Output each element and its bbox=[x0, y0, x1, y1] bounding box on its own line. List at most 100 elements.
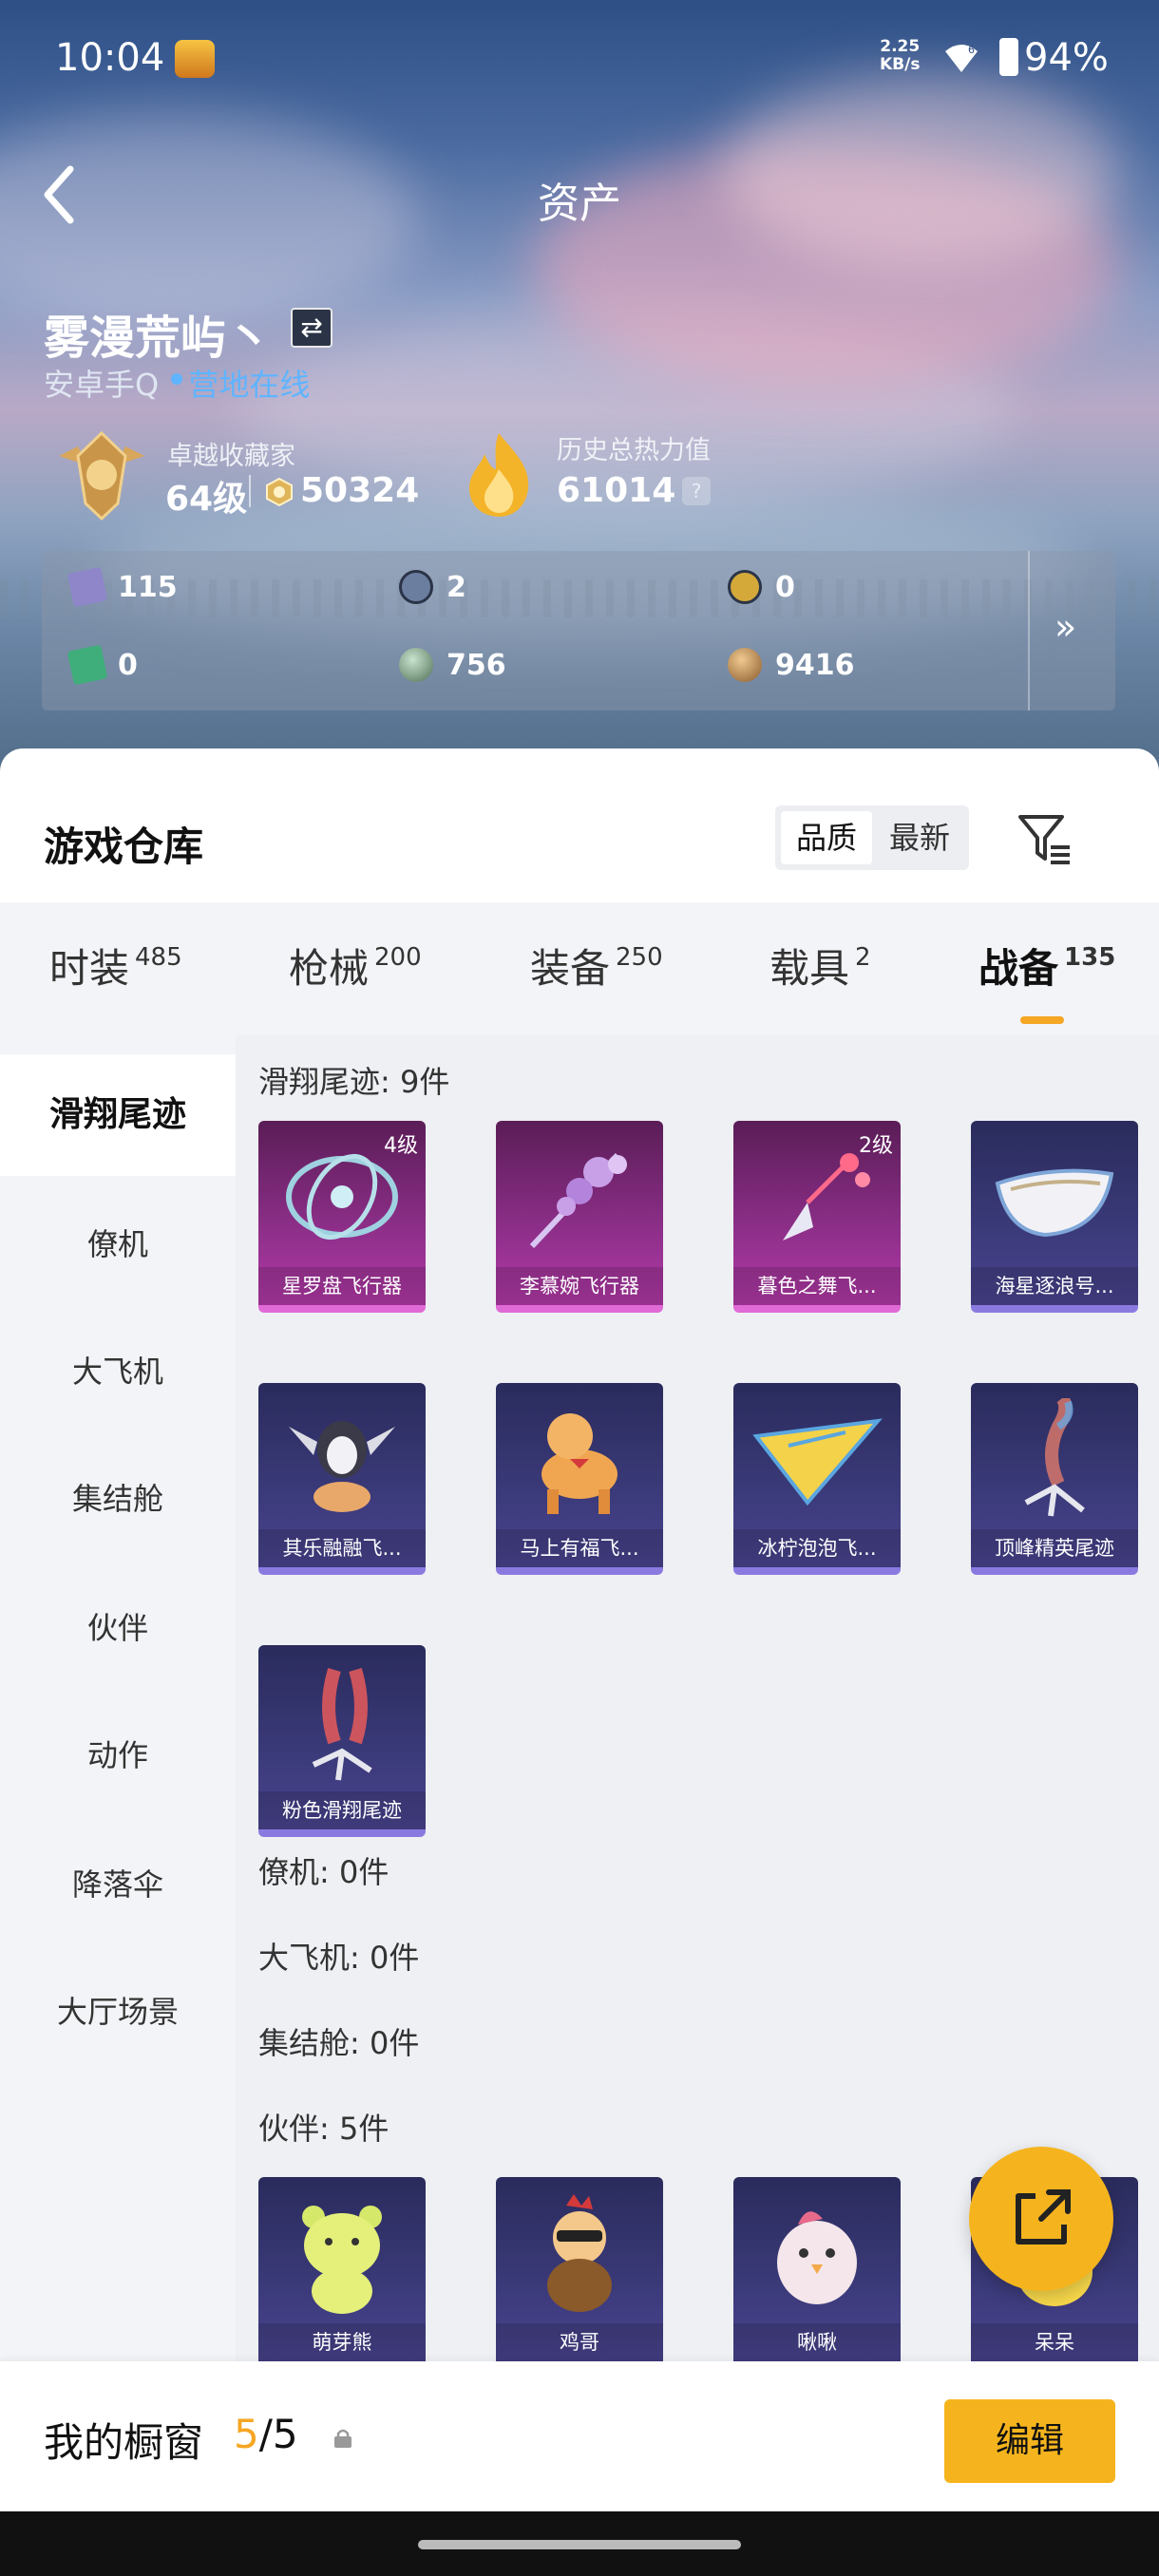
category-tabs: 时装 485 枪械 200 装备 250 载具 2 战备 135 bbox=[0, 902, 1159, 1035]
wifi-icon: 6 bbox=[945, 44, 978, 72]
sidebar-item-big-plane[interactable]: 大飞机 bbox=[0, 1311, 236, 1432]
item-card[interactable]: 马上有福飞... bbox=[496, 1383, 663, 1575]
sidebar-item-glide-trail[interactable]: 滑翔尾迹 bbox=[0, 1054, 236, 1176]
filter-icon[interactable] bbox=[1016, 811, 1074, 868]
token-a-icon bbox=[728, 570, 762, 604]
currency-value: 115 bbox=[118, 570, 178, 604]
item-card[interactable]: 顶峰精英尾迹 bbox=[971, 1383, 1138, 1575]
tab-vehicles[interactable]: 载具 2 bbox=[770, 937, 871, 994]
showcase-total: /5 bbox=[258, 2411, 298, 2457]
tab-count: 485 bbox=[135, 943, 182, 972]
sidebar-item-lobby-scene[interactable]: 大厅场景 bbox=[0, 1951, 236, 2073]
battery-icon bbox=[999, 38, 1018, 76]
item-card[interactable]: 萌芽熊 bbox=[258, 2177, 426, 2369]
item-card[interactable]: 海星逐浪号... bbox=[971, 1121, 1138, 1313]
bird-icon bbox=[777, 2211, 857, 2304]
item-card[interactable]: 2级 暮色之舞飞... bbox=[733, 1121, 901, 1313]
status-bar: 10:04 2.25 KB/s 6 94% bbox=[0, 0, 1159, 114]
item-name: 李慕婉飞行器 bbox=[496, 1267, 663, 1305]
sidebar-item-rally-pod[interactable]: 集结舱 bbox=[0, 1438, 236, 1560]
showcase-bar: 我的橱窗 5/5 编辑 bbox=[0, 2361, 1159, 2511]
item-card[interactable]: 鸡哥 bbox=[496, 2177, 663, 2369]
currency-item: 756 bbox=[399, 648, 506, 682]
bear-icon bbox=[302, 2206, 382, 2314]
svg-text:6: 6 bbox=[968, 44, 975, 56]
player-nickname: 雾漫荒屿丶 bbox=[44, 312, 273, 365]
currency-value: 756 bbox=[446, 648, 506, 682]
currency-panel[interactable]: 115 2 0 0 756 9416 » bbox=[42, 551, 1115, 710]
more-currencies-icon[interactable]: » bbox=[1054, 606, 1076, 648]
item-card[interactable]: 其乐融融飞... bbox=[258, 1383, 426, 1575]
collection-score: 50324 bbox=[300, 471, 420, 510]
item-name: 马上有福飞... bbox=[496, 1529, 663, 1567]
item-card[interactable]: 粉色滑翔尾迹 bbox=[258, 1645, 426, 1837]
item-card[interactable]: 4级 星罗盘飞行器 bbox=[258, 1121, 426, 1313]
item-card[interactable]: 冰柠泡泡飞... bbox=[733, 1383, 901, 1575]
collection-score-icon bbox=[266, 477, 293, 507]
active-tab-indicator bbox=[1020, 1016, 1064, 1024]
switch-account-button[interactable]: ⇄ bbox=[291, 308, 332, 348]
item-name: 呆呆 bbox=[971, 2323, 1138, 2361]
sidebar-item-partner[interactable]: 伙伴 bbox=[0, 1567, 236, 1689]
heat-value: 61014 bbox=[557, 471, 676, 510]
item-name: 暮色之舞飞... bbox=[733, 1267, 901, 1305]
item-level: 2级 bbox=[859, 1134, 893, 1158]
item-name: 海星逐浪号... bbox=[971, 1267, 1138, 1305]
section-title-wingman: 僚机: 0件 bbox=[258, 1854, 390, 1890]
sidebar-item-parachute[interactable]: 降落伞 bbox=[0, 1824, 236, 1945]
profile-header: 10:04 2.25 KB/s 6 94% 资产 雾漫荒屿丶 ⇄ 安卓手Q 营地… bbox=[0, 0, 1159, 788]
rooster-icon bbox=[547, 2194, 612, 2312]
home-indicator[interactable] bbox=[418, 2540, 741, 2549]
edit-showcase-button[interactable]: 编辑 bbox=[944, 2399, 1115, 2483]
coin-icon bbox=[728, 648, 762, 682]
section-title-partner: 伙伴: 5件 bbox=[258, 2111, 390, 2147]
sort-quality-button[interactable]: 品质 bbox=[781, 811, 872, 864]
game-app-icon bbox=[175, 40, 215, 78]
share-button[interactable] bbox=[969, 2147, 1113, 2291]
tab-label: 装备 bbox=[530, 945, 611, 992]
help-icon[interactable]: ? bbox=[682, 477, 711, 505]
sidebar-item-emote[interactable]: 动作 bbox=[0, 1695, 236, 1816]
paper-plane-icon bbox=[752, 1418, 883, 1506]
orb-icon bbox=[399, 648, 433, 682]
currency-value: 0 bbox=[118, 648, 138, 682]
tab-count: 135 bbox=[1064, 943, 1116, 972]
item-card[interactable]: 啾啾 bbox=[733, 2177, 901, 2369]
status-time: 10:04 bbox=[55, 36, 165, 80]
item-name: 顶峰精英尾迹 bbox=[971, 1529, 1138, 1567]
divider bbox=[1028, 551, 1030, 710]
item-card[interactable]: 李慕婉飞行器 bbox=[496, 1121, 663, 1313]
horse-icon bbox=[542, 1413, 618, 1514]
sidebar-item-wingman[interactable]: 僚机 bbox=[0, 1184, 236, 1305]
item-name: 萌芽熊 bbox=[258, 2323, 426, 2361]
share-icon bbox=[1016, 2189, 1071, 2245]
rank-level: 64级 bbox=[165, 480, 248, 519]
tab-weapons[interactable]: 枪械 200 bbox=[289, 937, 422, 994]
currency-item: 115 bbox=[66, 566, 178, 608]
tab-count: 200 bbox=[374, 943, 422, 972]
heat-label: 历史总热力值 bbox=[557, 436, 711, 465]
item-name: 冰柠泡泡飞... bbox=[733, 1529, 901, 1567]
boat-icon bbox=[995, 1168, 1114, 1238]
system-navigation-bar bbox=[0, 2511, 1159, 2576]
showcase-count: 5/5 bbox=[234, 2411, 298, 2457]
network-speed-unit: KB/s bbox=[880, 55, 921, 74]
item-name: 鸡哥 bbox=[496, 2323, 663, 2361]
tab-battle-prep[interactable]: 战备 135 bbox=[978, 937, 1115, 994]
tab-label: 载具 bbox=[770, 945, 850, 992]
player-platform: 安卓手Q bbox=[44, 367, 160, 403]
sort-newest-button[interactable]: 最新 bbox=[874, 811, 965, 864]
currency-item: 9416 bbox=[728, 648, 855, 682]
tab-fashion[interactable]: 时装 485 bbox=[49, 937, 182, 994]
tab-equipment[interactable]: 装备 250 bbox=[530, 937, 663, 994]
lock-icon bbox=[334, 2429, 352, 2448]
item-name: 啾啾 bbox=[733, 2323, 901, 2361]
currency-value: 2 bbox=[446, 570, 466, 604]
section-title-glide-trail: 滑翔尾迹: 9件 bbox=[258, 1064, 450, 1100]
flower-sword-icon bbox=[529, 1152, 627, 1249]
page-title: 资产 bbox=[538, 180, 621, 228]
tab-label: 时装 bbox=[49, 945, 130, 992]
warehouse-title: 游戏仓库 bbox=[44, 824, 204, 870]
item-name: 其乐融融飞... bbox=[258, 1529, 426, 1567]
penguin-icon bbox=[289, 1421, 395, 1512]
